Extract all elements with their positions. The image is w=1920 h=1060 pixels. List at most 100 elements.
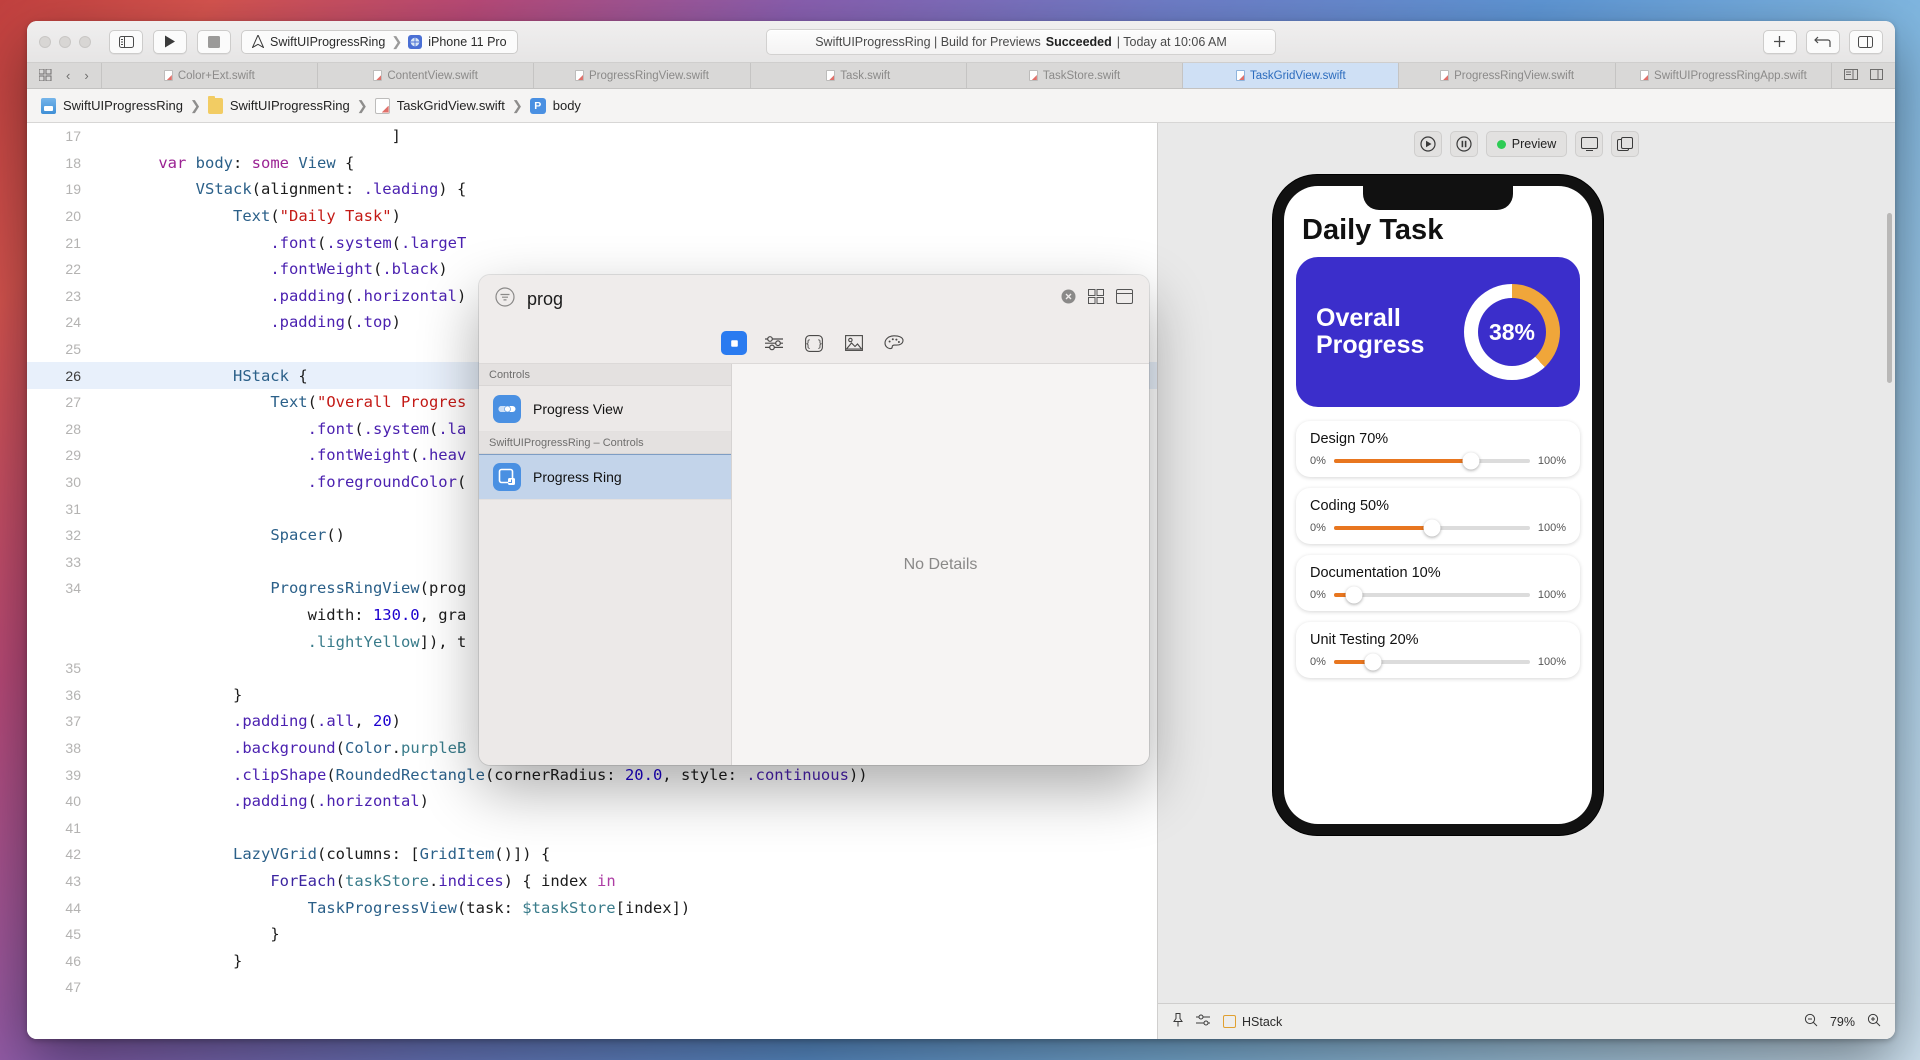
build-status-bar[interactable]: SwiftUIProgressRing | Build for Previews… [766,28,1277,55]
slider-track[interactable] [1333,452,1530,470]
breadcrumb-item-file[interactable]: TaskGridView.swift [397,98,505,113]
sliders-icon[interactable] [1196,1014,1211,1030]
selected-element-chip[interactable]: HStack [1223,1015,1282,1029]
progress-ring-icon [493,463,521,491]
code-line[interactable]: 44 TaskProgressView(task: $taskStore[ind… [27,894,1157,921]
slider-min-label: 0% [1310,589,1326,601]
task-slider[interactable]: 0% 100% [1310,452,1566,470]
sidebar-icon[interactable] [109,29,143,54]
braces-icon[interactable]: { } [801,331,827,355]
inspector-icon[interactable] [1848,29,1883,54]
tab-progressringview-2[interactable]: ProgressRingView.swift [1398,63,1614,88]
plus-icon[interactable] [1762,29,1797,54]
filter-icon [495,286,515,312]
code-line[interactable]: 18 var body: some View { [27,150,1157,177]
swift-file-icon [373,70,383,81]
code-line[interactable]: 47 [27,974,1157,1001]
task-slider[interactable]: 0% 100% [1310,586,1566,604]
code-line[interactable]: 41 [27,814,1157,841]
library-segmented-control[interactable]: { } [479,323,1149,363]
code-line[interactable]: 42 LazyVGrid(columns: [GridItem()]) { [27,841,1157,868]
pause-circle-icon[interactable] [1449,131,1478,157]
zoom-out-icon[interactable] [1804,1013,1818,1030]
minimize-button[interactable] [59,35,71,48]
code-review-icon[interactable] [1805,29,1840,54]
line-number: 30 [65,474,81,491]
slider-knob[interactable] [1462,452,1480,470]
code-text: .clipShape(RoundedRectangle(cornerRadius… [232,765,868,784]
editor-tab-bar[interactable]: ‹ › Color+Ext.swift ContentView.swift Pr… [27,63,1895,89]
library-result-list[interactable]: Controls Progress View SwiftUIProgressRi… [479,364,732,765]
preview-scrollbar[interactable] [1887,213,1892,383]
grid-layout-icon[interactable] [1088,289,1104,309]
grid-view-icon[interactable] [38,68,52,83]
code-line[interactable]: 21 .font(.system(.largeT [27,229,1157,256]
breadcrumb-item-project[interactable]: SwiftUIProgressRing [63,98,183,113]
run-play-icon[interactable] [153,29,187,54]
slider-knob[interactable] [1345,586,1362,604]
clear-circle-icon[interactable] [1061,289,1076,309]
preview-bottom-bar[interactable]: HStack 79% [1158,1003,1895,1039]
task-slider[interactable]: 0% 100% [1310,653,1566,671]
slider-knob[interactable] [1364,653,1382,671]
stop-icon[interactable] [197,29,231,54]
tab-color-ext[interactable]: Color+Ext.swift [100,63,317,88]
slider-knob[interactable] [1423,519,1441,537]
library-popup[interactable]: prog { } Controls Progress View SwiftUIP… [479,275,1149,765]
code-line[interactable]: 43 ForEach(taskStore.indices) { index in [27,868,1157,895]
live-preview-button[interactable]: Preview [1485,131,1568,157]
hammer-icon [252,35,264,48]
detail-panel-icon[interactable] [1116,289,1133,309]
duplicate-icon[interactable] [1611,131,1640,157]
code-text: ForEach(taskStore.indices) { index in [270,871,616,890]
tab-taskgridview[interactable]: TaskGridView.swift [1182,63,1399,88]
code-line[interactable]: 40 .padding(.horizontal) [27,788,1157,815]
close-button[interactable] [39,35,51,48]
code-line[interactable]: 20 Text("Daily Task") [27,203,1157,230]
forward-icon[interactable]: › [84,69,88,82]
pin-icon[interactable] [1172,1013,1184,1030]
slider-track[interactable] [1333,586,1530,604]
preview-toolbar[interactable]: Preview [1158,123,1895,165]
code-line[interactable]: 39 .clipShape(RoundedRectangle(cornerRad… [27,761,1157,788]
add-editor-icon[interactable] [1870,69,1884,82]
zoom-button[interactable] [79,35,91,48]
zoom-in-icon[interactable] [1867,1013,1881,1030]
breadcrumb-item-folder[interactable]: SwiftUIProgressRing [230,98,350,113]
code-line[interactable]: 45 } [27,921,1157,948]
list-item[interactable]: Progress Ring [479,454,731,500]
library-search-input[interactable]: prog [527,289,1049,310]
preview-canvas[interactable]: Daily Task Overall Progress 38% Design 7… [1158,165,1895,1003]
tab-taskstore[interactable]: TaskStore.swift [965,63,1182,88]
display-icon[interactable] [1575,131,1604,157]
tab-swiftuiprogressringapp[interactable]: SwiftUIProgressRingApp.swift [1614,63,1831,88]
sliders-icon[interactable] [761,331,787,355]
library-search-bar[interactable]: prog [479,275,1149,323]
line-number: 28 [65,420,81,437]
code-text: } [270,925,280,944]
traffic-lights[interactable] [39,35,91,48]
line-number: 25 [65,341,81,358]
code-line[interactable]: 46 } [27,947,1157,974]
task-slider[interactable]: 0% 100% [1310,519,1566,537]
code-line[interactable]: 19 VStack(alignment: .leading) { [27,176,1157,203]
code-text: ] [121,127,401,146]
tab-task[interactable]: Task.swift [749,63,966,88]
tab-contentview[interactable]: ContentView.swift [316,63,533,88]
slider-track[interactable] [1333,653,1530,671]
scheme-selector[interactable]: SwiftUIProgressRing ❯ iPhone 11 Pro [241,29,518,54]
square-views-icon[interactable] [721,331,747,355]
breadcrumb-item-symbol[interactable]: body [553,98,581,113]
back-icon[interactable]: ‹ [66,69,70,82]
slider-fill [1333,459,1472,463]
tab-progressringview[interactable]: ProgressRingView.swift [533,63,749,88]
slider-track[interactable] [1333,519,1530,537]
task-card: Design 70% 0% 100% [1296,421,1580,477]
play-circle-icon[interactable] [1413,131,1442,157]
code-line[interactable]: 17 ] [27,123,1157,150]
breadcrumb[interactable]: SwiftUIProgressRing ❯ SwiftUIProgressRin… [27,89,1895,123]
palette-icon[interactable] [881,331,907,355]
split-editor-icon[interactable] [1844,69,1859,82]
image-icon[interactable] [841,331,867,355]
list-item[interactable]: Progress View [479,386,731,432]
